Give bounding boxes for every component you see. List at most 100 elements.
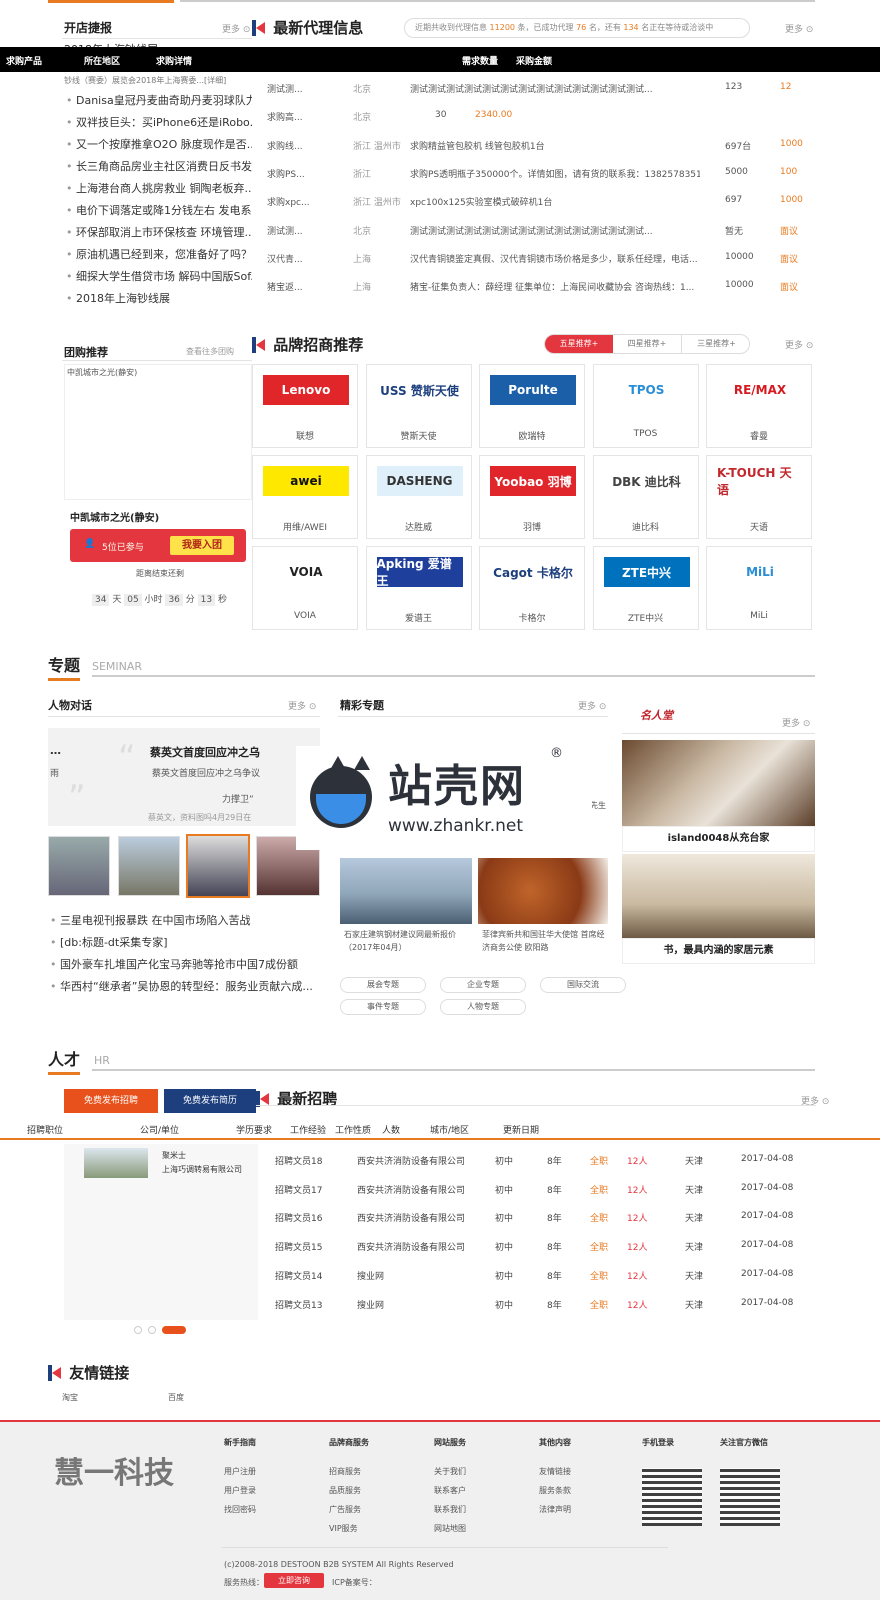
mingren-image[interactable] xyxy=(622,740,815,826)
brand-card[interactable]: K-TOUCH 天语 天语 xyxy=(706,455,812,539)
kaidian-item[interactable]: 原油机遇已经到来，您准备好了吗？ xyxy=(66,244,252,266)
brand-card[interactable]: RE/MAX 睿曼 xyxy=(706,364,812,448)
daili-more-link[interactable]: 更多 xyxy=(785,22,813,35)
post-job-button[interactable]: 免费发布招聘 xyxy=(64,1089,158,1113)
brand-card[interactable]: DASHENG 达胜威 xyxy=(365,455,472,539)
kaidian-item[interactable]: 环保部取消上市环保核查 环境管理... xyxy=(66,222,252,244)
kaidian-item[interactable]: 长三角商品房业主社区消费日反书发... xyxy=(66,156,252,178)
jingcai-image[interactable] xyxy=(340,858,472,924)
jingcai-caption[interactable]: 石家庄建筑钢材建议网最新报价（2017年04月） xyxy=(344,928,472,954)
job-row[interactable]: 招聘文员15 西安共济消防设备有限公司 初中 8年 全职 12人 天津 2017-04-08 xyxy=(275,1232,815,1260)
renwu-item[interactable]: 三星电视刊报暴跌 在中国市场陷入苦战 xyxy=(50,910,320,932)
daili-row[interactable]: 测试测... 北京 测试测试测试测试测试测试测试测试测试测试测试测试测试... 暂无 面… xyxy=(265,216,825,244)
daili-row[interactable]: 求购高... 北京 30 2340.00 xyxy=(265,102,825,130)
footer-link[interactable]: 招商服务 xyxy=(329,1462,369,1481)
brand-card[interactable]: DBK 迪比科 迪比科 xyxy=(592,455,699,539)
daili-row[interactable]: 猪宝返... 上海 猪宝-征集负责人：薛经理 征集单位：上海民间收藏协会 咨询热线：… xyxy=(265,272,825,300)
post-resume-button[interactable]: 免费发布简历 xyxy=(164,1089,256,1113)
footer-link[interactable]: 用户登录 xyxy=(224,1481,256,1500)
carousel-dot-active[interactable] xyxy=(162,1326,186,1334)
renwu-item[interactable]: 华西村“继承者”吴协恩的转型经：服务业贡献六成... xyxy=(50,976,320,998)
kaidian-item[interactable]: 上海港台商人挑房救业 铜陶老板弃... xyxy=(66,178,252,200)
brand-card[interactable]: USS 赞斯天使 赞斯天使 xyxy=(365,364,472,448)
join-group-button[interactable]: 我要入团 xyxy=(170,536,234,555)
tuangou-more-link[interactable]: 查看往多团购 xyxy=(186,346,234,357)
mingren-caption[interactable]: 书，最具内涵的家居元素 xyxy=(622,938,815,964)
link-taobao[interactable]: 淘宝 xyxy=(62,1392,78,1403)
footer-link[interactable]: 关于我们 xyxy=(434,1462,466,1481)
footer-link[interactable]: 网站地图 xyxy=(434,1519,466,1538)
kaidian-more-link[interactable]: 更多 xyxy=(222,22,250,35)
brand-more-link[interactable]: 更多 xyxy=(785,338,813,351)
job-row[interactable]: 招聘文员13 搜业网 初中 8年 全职 12人 天津 2017-04-08 xyxy=(275,1290,815,1318)
footer-link[interactable]: VIP服务 xyxy=(329,1519,369,1538)
tag-person[interactable]: 人物专题 xyxy=(440,999,526,1015)
mingren-image[interactable] xyxy=(622,854,815,938)
footer-link[interactable]: 找回密码 xyxy=(224,1500,256,1519)
person-thumb[interactable] xyxy=(48,836,110,896)
kaidian-item[interactable]: 细探大学生借贷市场 解码中国版Sof... xyxy=(66,266,252,288)
daili-row[interactable]: 汉代青... 上海 汉代青铜镜鉴定真假、汉代青铜镜市场价格是多少，联系任经理，电话.… xyxy=(265,244,825,272)
brand-card[interactable]: MiLi MiLi xyxy=(706,546,812,630)
person-thumb[interactable] xyxy=(118,836,180,896)
kaidian-item[interactable]: 电价下调落定或降1分钱左右 发电系... xyxy=(66,200,252,222)
jingcai-caption[interactable]: 菲律宾新共和国驻华大使馆 首席经济商务公使 欧阳路 xyxy=(482,928,608,954)
renwu-item[interactable]: 国外豪车扎堆国产化宝马奔驰等抢市中国7成份额 xyxy=(50,954,320,976)
carousel-dot[interactable] xyxy=(134,1326,142,1334)
tag-enterprise[interactable]: 企业专题 xyxy=(440,977,526,993)
kaidian-item[interactable]: 2018年上海钞线展 xyxy=(66,288,252,310)
daili-row[interactable]: 求购xpc... 浙江 温州市 xpc100x125实验室模式破碎机1台 697 100… xyxy=(265,187,825,215)
link-baidu[interactable]: 百度 xyxy=(168,1392,184,1403)
jingcai-image[interactable] xyxy=(478,858,608,924)
kaidian-item[interactable]: 又一个按摩推拿O2O 脉度现作是否... xyxy=(66,134,252,156)
footer-link[interactable]: 友情链接 xyxy=(539,1462,571,1481)
featured-company[interactable]: 聚米士 上海巧调转易有限公司 xyxy=(64,1144,258,1320)
daili-row[interactable]: 求购PS... 浙江 求购PS透明瓶子350000个。详情如图，请有货的联系我：13… xyxy=(265,159,825,187)
brand-card[interactable]: Apking 爱谱王 爱谱王 xyxy=(365,546,472,630)
kaidian-item[interactable]: Danisa皇冠丹麦曲奇助丹麦羽球队力... xyxy=(66,90,252,112)
brand-card[interactable]: Lenovo 联想 xyxy=(252,364,358,448)
brand-card[interactable]: Cagot 卡格尔 卡格尔 xyxy=(479,546,585,630)
jingcai-more-link[interactable]: 更多 xyxy=(578,699,606,712)
footer-link[interactable]: 联系我们 xyxy=(434,1500,466,1519)
kaidian-sub[interactable]: 钞线（赛委）展览会2018年上海赛委...[详细] xyxy=(64,75,226,86)
tab-four-star[interactable]: 四星推荐+ xyxy=(613,335,682,353)
tag-expo[interactable]: 展会专题 xyxy=(340,977,426,993)
carousel-dot[interactable] xyxy=(148,1326,156,1334)
tuangou-image[interactable]: 中凯城市之光(静安) xyxy=(64,364,252,500)
daili-row[interactable]: 求购线... 浙江 温州市 求购精益管包胶机 线管包胶机1台 697台 1000 xyxy=(265,131,825,159)
footer-link[interactable]: 广告服务 xyxy=(329,1500,369,1519)
kaidian-item[interactable]: 双袢技巨头：买iPhone6还是iRobo... xyxy=(66,112,252,134)
mingren-caption[interactable]: island0048从充台家 xyxy=(622,826,815,852)
renwu-feature[interactable]: … 雨 “ ” 蔡英文首度回应冲之乌 蔡英文首度回应冲之乌争议 力撑卫” 蔡英文… xyxy=(48,728,320,826)
job-cell-co: 西安共济消防设备有限公司 xyxy=(357,1157,466,1167)
person-thumb-active[interactable] xyxy=(186,834,250,898)
brand-card[interactable]: awei 用维/AWEI xyxy=(252,455,358,539)
renwu-item[interactable]: [db:标题-dt采集专家] xyxy=(50,932,320,954)
footer-link[interactable]: 用户注册 xyxy=(224,1462,256,1481)
renwu-more-link[interactable]: 更多 xyxy=(288,699,316,712)
brand-card[interactable]: Yoobao 羽博 羽博 xyxy=(479,455,585,539)
consult-button[interactable]: 立即咨询 xyxy=(264,1573,324,1588)
tab-five-star[interactable]: 五星推荐+ xyxy=(545,335,613,353)
footer-link[interactable]: 服务条款 xyxy=(539,1481,571,1500)
footer-link[interactable]: 法律声明 xyxy=(539,1500,571,1519)
job-row[interactable]: 招聘文员16 西安共济消防设备有限公司 初中 8年 全职 12人 天津 2017-04-08 xyxy=(275,1203,815,1231)
tag-international[interactable]: 国际交流 xyxy=(540,977,626,993)
brand-card[interactable]: VOIA VOIA xyxy=(252,546,358,630)
brand-card[interactable]: TPOS TPOS xyxy=(592,364,699,448)
job-row[interactable]: 招聘文员18 西安共济消防设备有限公司 初中 8年 全职 12人 天津 2017-04-08 xyxy=(275,1146,815,1174)
watermark-brand: 站壳网 xyxy=(388,761,526,812)
mingren-more-link[interactable]: 更多 xyxy=(782,716,810,729)
job-row[interactable]: 招聘文员14 搜业网 初中 8年 全职 12人 天津 2017-04-08 xyxy=(275,1261,815,1289)
brand-card[interactable]: Porulte 欧瑞特 xyxy=(479,364,585,448)
tab-three-star[interactable]: 三星推荐+ xyxy=(682,335,749,353)
footer-link[interactable]: 联系客户 xyxy=(434,1481,466,1500)
job-row[interactable]: 招聘文员17 西安共济消防设备有限公司 初中 8年 全职 12人 天津 2017-04-08 xyxy=(275,1175,815,1203)
daili-cell-area: 上海 xyxy=(353,254,372,265)
footer-link[interactable]: 品质服务 xyxy=(329,1481,369,1500)
tuangou-name[interactable]: 中凯城市之光(静安) xyxy=(70,509,159,524)
daili-row[interactable]: 测试测... 北京 测试测试测试测试测试测试测试测试测试测试测试测试测试... 123… xyxy=(265,74,825,102)
tag-event[interactable]: 事件专题 xyxy=(340,999,426,1015)
brand-card[interactable]: ZTE中兴 ZTE中兴 xyxy=(592,546,699,630)
